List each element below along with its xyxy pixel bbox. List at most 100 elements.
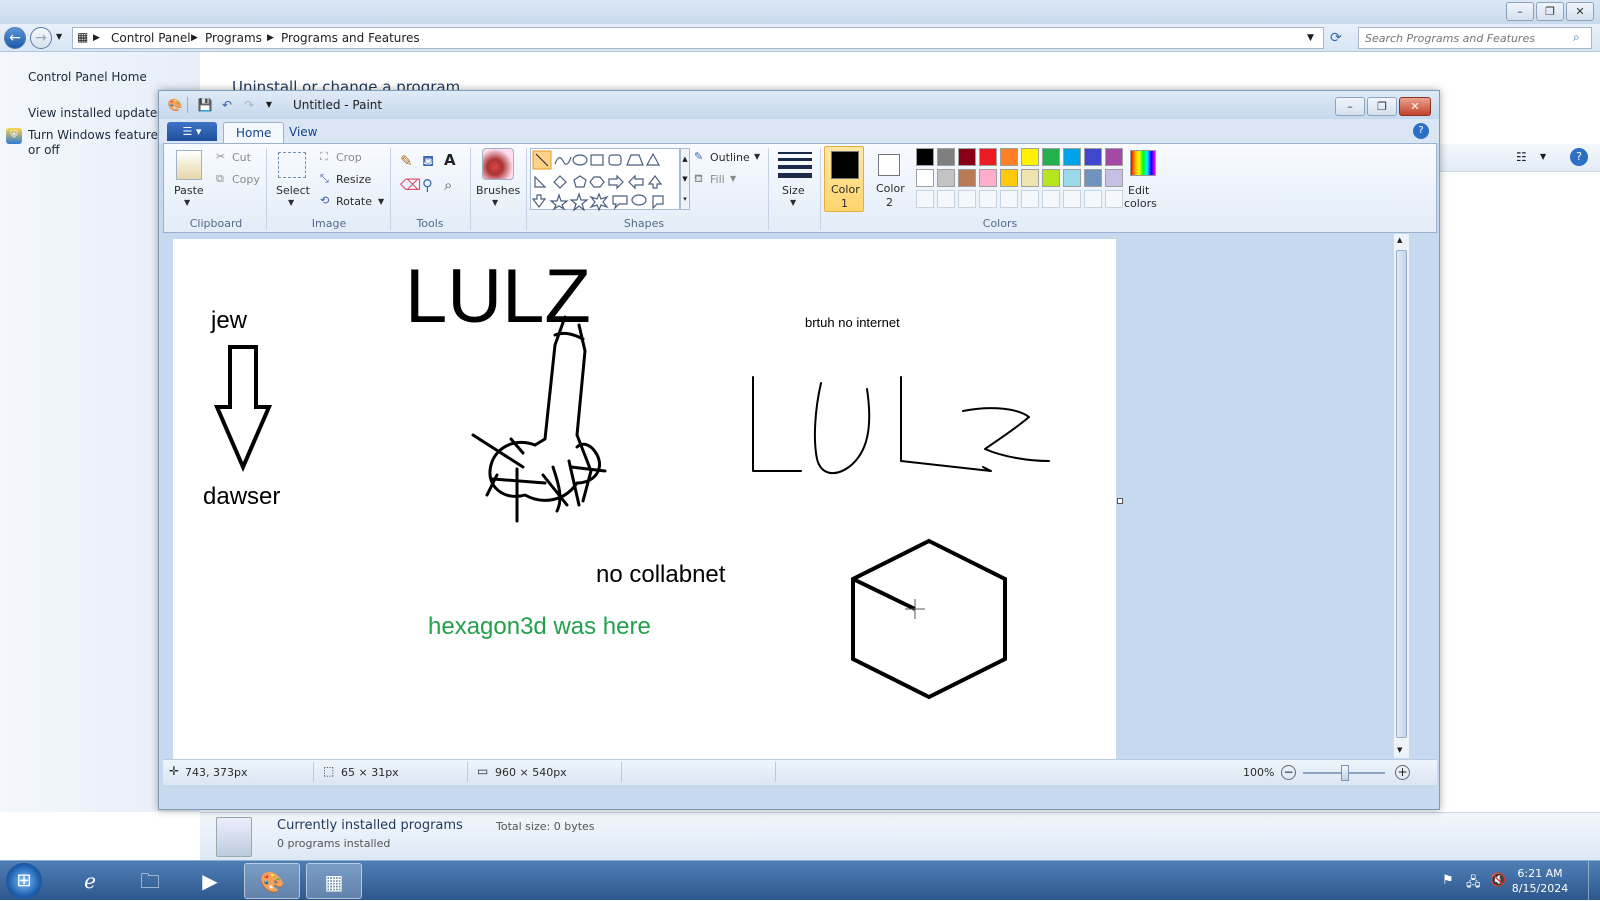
rotate-button[interactable]: Rotate	[336, 195, 372, 208]
fill-dropdown-icon[interactable]: ▼	[730, 174, 736, 183]
edit-colors-label-2[interactable]: colors	[1124, 197, 1157, 210]
save-icon[interactable]: 💾	[197, 97, 213, 113]
palette-color-swatch[interactable]	[1063, 169, 1081, 187]
custom-color-slot[interactable]	[1063, 190, 1081, 208]
start-button[interactable]: ⊞	[6, 863, 42, 899]
custom-color-slot[interactable]	[1042, 190, 1060, 208]
vertical-scrollbar[interactable]: ▲ ▼	[1393, 234, 1409, 758]
address-bar[interactable]: ▦ ▶ Control Panel ▶ Programs ▶ Programs …	[72, 27, 1324, 49]
palette-color-swatch[interactable]	[1021, 169, 1039, 187]
scroll-thumb[interactable]	[1396, 250, 1407, 738]
brushes-button[interactable]: Brushes	[476, 184, 520, 197]
redo-icon[interactable]: ↷	[241, 97, 257, 113]
eraser-icon[interactable]: ⌫	[400, 176, 421, 194]
rotate-icon[interactable]: ⟲	[320, 194, 329, 207]
view-dropdown-icon[interactable]: ▼	[1540, 152, 1546, 161]
paint-help-icon[interactable]: ?	[1413, 123, 1429, 139]
palette-color-swatch[interactable]	[1105, 148, 1123, 166]
show-desktop-button[interactable]	[1588, 861, 1600, 901]
file-explorer-icon[interactable]: 🗀	[122, 863, 178, 899]
custom-color-slot[interactable]	[916, 190, 934, 208]
custom-color-slot[interactable]	[979, 190, 997, 208]
drawing-canvas[interactable]: LULZ jew dawser brtuh no internet no col…	[173, 239, 1116, 763]
refresh-icon[interactable]: ⟳	[1330, 30, 1342, 46]
network-icon[interactable]: 🖧	[1466, 873, 1481, 895]
explorer-close-button[interactable]: ✕	[1566, 2, 1594, 21]
palette-color-swatch[interactable]	[1042, 169, 1060, 187]
text-tool-icon[interactable]: A	[444, 151, 456, 169]
paint-close-button[interactable]: ✕	[1399, 97, 1431, 116]
tab-home[interactable]: Home	[223, 122, 285, 143]
resize-button[interactable]: Resize	[336, 173, 371, 186]
zoom-in-icon[interactable]: +	[1395, 765, 1410, 780]
search-box[interactable]: ⌕	[1358, 27, 1592, 49]
color-picker-icon[interactable]: ⚲	[422, 176, 433, 194]
paint-app-icon[interactable]: 🎨	[167, 97, 183, 113]
edit-colors-label-1[interactable]: Edit	[1128, 184, 1149, 197]
palette-color-swatch[interactable]	[958, 169, 976, 187]
cut-icon[interactable]: ✂	[216, 150, 225, 163]
zoom-slider-thumb[interactable]	[1341, 765, 1349, 781]
custom-color-slot[interactable]	[958, 190, 976, 208]
palette-color-swatch[interactable]	[1084, 148, 1102, 166]
paint-taskbar-icon[interactable]: 🎨	[244, 863, 300, 899]
explorer-minimize-button[interactable]: –	[1506, 2, 1534, 21]
search-input[interactable]	[1365, 29, 1565, 47]
color2-button[interactable]: Color 2	[870, 146, 910, 212]
fill-button[interactable]: Fill	[710, 173, 725, 186]
copy-icon[interactable]: ⧉	[216, 172, 224, 186]
crop-icon[interactable]: ⛶	[320, 150, 328, 164]
palette-color-swatch[interactable]	[1021, 148, 1039, 166]
breadcrumb-programs-and-features[interactable]: Programs and Features	[281, 31, 420, 45]
view-installed-updates-link[interactable]: View installed updates	[28, 106, 164, 120]
select-icon[interactable]	[278, 152, 306, 178]
fill-icon[interactable]: ⛾	[694, 172, 703, 187]
select-button[interactable]: Select	[276, 184, 310, 197]
palette-color-swatch[interactable]	[958, 148, 976, 166]
palette-color-swatch[interactable]	[1000, 169, 1018, 187]
breadcrumb-control-panel[interactable]: Control Panel	[111, 31, 191, 45]
crop-button[interactable]: Crop	[336, 151, 362, 164]
palette-color-swatch[interactable]	[937, 169, 955, 187]
select-dropdown-icon[interactable]: ▼	[288, 198, 294, 207]
copy-button[interactable]: Copy	[232, 173, 260, 186]
control-panel-home-link[interactable]: Control Panel Home	[28, 70, 147, 84]
tab-view[interactable]: View	[277, 122, 329, 143]
brushes-icon[interactable]	[482, 148, 514, 180]
palette-color-swatch[interactable]	[979, 169, 997, 187]
outline-icon[interactable]: ✎	[694, 150, 703, 163]
size-dropdown-icon[interactable]: ▼	[790, 198, 796, 207]
brushes-dropdown-icon[interactable]: ▼	[492, 198, 498, 207]
shapes-gallery[interactable]	[530, 148, 680, 212]
customize-qat-icon[interactable]: ▼	[261, 97, 277, 113]
paste-dropdown-icon[interactable]: ▼	[184, 198, 190, 207]
paste-icon[interactable]	[176, 150, 202, 180]
paste-button[interactable]: Paste	[174, 184, 204, 197]
paint-menu-button[interactable]: ☰ ▾	[167, 122, 217, 141]
address-dropdown-icon[interactable]: ▼	[1307, 33, 1314, 43]
edit-colors-icon[interactable]	[1130, 150, 1156, 176]
media-player-icon[interactable]: ▶	[182, 863, 238, 899]
action-center-flag-icon[interactable]: ⚑	[1442, 873, 1454, 888]
palette-color-swatch[interactable]	[916, 169, 934, 187]
palette-color-swatch[interactable]	[979, 148, 997, 166]
view-options-icon[interactable]: ☷	[1516, 150, 1527, 164]
palette-color-swatch[interactable]	[1042, 148, 1060, 166]
outline-button[interactable]: Outline	[710, 151, 750, 164]
internet-explorer-icon[interactable]: ℯ	[62, 863, 118, 899]
forward-arrow-icon[interactable]: →	[30, 27, 52, 49]
breadcrumb-programs[interactable]: Programs	[205, 31, 262, 45]
outline-dropdown-icon[interactable]: ▼	[754, 152, 760, 161]
search-icon[interactable]: ⌕	[1573, 30, 1580, 45]
palette-color-swatch[interactable]	[1000, 148, 1018, 166]
zoom-out-icon[interactable]: −	[1281, 765, 1296, 780]
canvas-resize-handle[interactable]	[1117, 498, 1123, 504]
recent-pages-chevron-icon[interactable]: ▼	[56, 32, 62, 41]
explorer-restore-button[interactable]: ❐	[1536, 2, 1564, 21]
paint-maximize-button[interactable]: ❐	[1367, 97, 1397, 116]
paint-minimize-button[interactable]: –	[1335, 97, 1365, 116]
custom-color-slot[interactable]	[937, 190, 955, 208]
magnifier-icon[interactable]: ⌕	[444, 176, 452, 194]
resize-icon[interactable]: ⤡	[320, 172, 329, 186]
back-arrow-icon[interactable]: ←	[4, 27, 26, 49]
